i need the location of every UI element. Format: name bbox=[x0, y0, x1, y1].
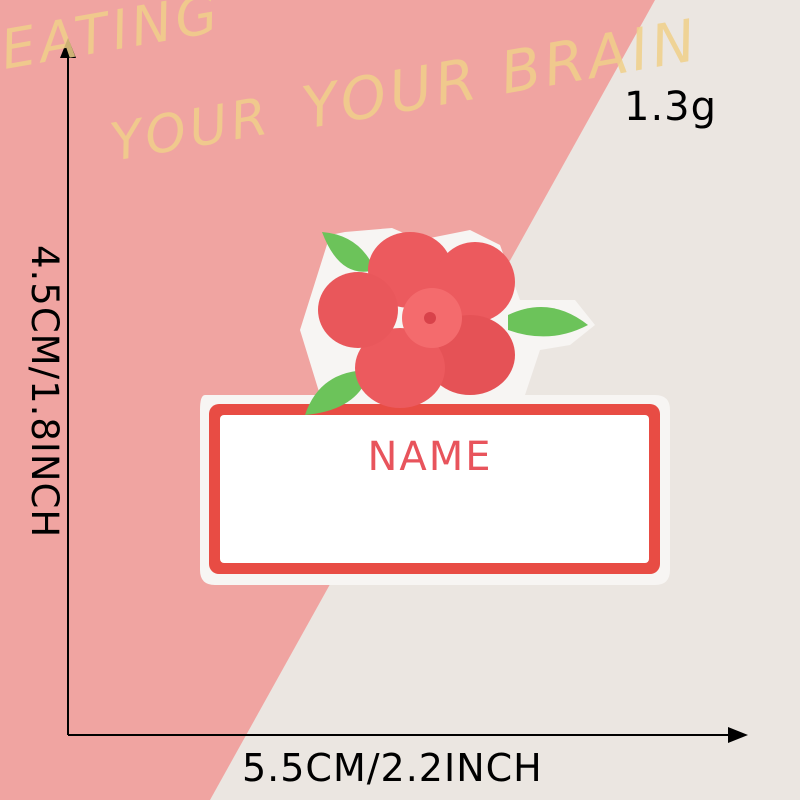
height-dimension-label: 4.5CM/1.8INCH bbox=[23, 245, 66, 539]
patch-name-text: NAME bbox=[367, 434, 492, 480]
width-dimension-label: 5.5CM/2.2INCH bbox=[242, 746, 543, 790]
flower-stamen bbox=[424, 312, 436, 324]
petal-left bbox=[318, 272, 398, 348]
weight-label: 1.3g bbox=[624, 84, 718, 130]
